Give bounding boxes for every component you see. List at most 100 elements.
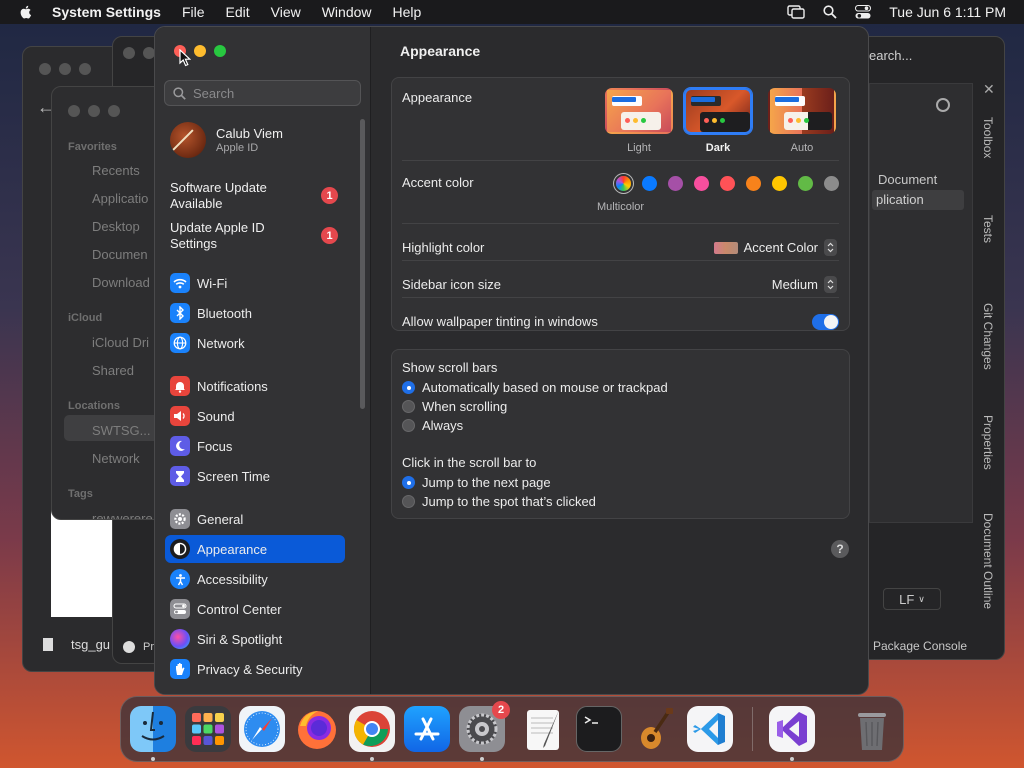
accent-pink-swatch[interactable] [694,176,709,191]
finder-item[interactable]: Download [92,275,150,290]
sidebar-item-bluetooth[interactable]: Bluetooth [165,299,345,327]
menu-app-name[interactable]: System Settings [52,4,161,20]
menu-clock[interactable]: Tue Jun 6 1:11 PM [889,4,1006,20]
sidebar-item-network[interactable]: Network [165,329,345,357]
software-update-notice[interactable]: Software Update Available [170,180,290,212]
ide-close-icon[interactable]: ✕ [983,81,995,98]
scroll-auto-radio[interactable]: Automatically based on mouse or trackpad [402,380,668,395]
finder-item[interactable]: Applicatio [92,191,148,206]
ide-list-selection[interactable]: plication [872,190,964,210]
garageband-icon[interactable] [631,706,677,752]
ide-tab-tests[interactable]: Tests [981,215,995,243]
sidebar-item-control-center[interactable]: Control Center [165,595,345,623]
finder-item[interactable]: Shared [92,363,134,378]
chrome-icon[interactable] [349,706,395,752]
menu-view[interactable]: View [271,4,301,20]
sidebar-scrollbar[interactable] [360,119,365,409]
file-name[interactable]: tsg_gu [71,637,110,652]
accent-blue-swatch[interactable] [642,176,657,191]
ide-list-item[interactable]: Document [878,172,937,187]
sidebar-item-screen-time[interactable]: Screen Time [165,462,345,490]
menu-file[interactable]: File [182,4,205,20]
finder-item[interactable]: Documen [92,247,148,262]
sidebar-item-general[interactable]: General [165,505,345,533]
firefox-icon[interactable] [294,706,340,752]
finder-item[interactable]: SWTSG... [92,423,151,438]
sidebar-item-sound[interactable]: Sound [165,402,345,430]
ide-search-field[interactable]: earch... [861,43,1001,67]
app-store-icon[interactable] [404,706,450,752]
highlight-color-swatch [713,241,738,254]
sidebar-item-privacy-security[interactable]: Privacy & Security [165,655,345,683]
menu-window[interactable]: Window [322,4,372,20]
line-ending-dropdown[interactable]: LF ∨ [883,588,941,610]
highlight-color-label: Highlight color [402,240,485,255]
ide-tab-properties[interactable]: Properties [981,415,995,470]
theme-light-option[interactable]: Light [605,88,673,154]
textedit-icon[interactable] [521,706,567,752]
check-circle-icon [123,641,135,653]
jump-next-page-radio[interactable]: Jump to the next page [402,475,551,490]
search-input[interactable] [193,85,353,101]
accent-orange-swatch[interactable] [746,176,761,191]
scroll-always-radio[interactable]: Always [402,418,463,433]
accent-red-swatch[interactable] [720,176,735,191]
gear-icon [170,509,190,529]
sidebar-item-accessibility[interactable]: Accessibility [165,565,345,593]
sidebar-item-focus[interactable]: Focus [165,432,345,460]
package-console-tab[interactable]: Package Console [873,639,967,653]
ide-search-icon[interactable] [936,98,950,112]
ide-tab-document-outline[interactable]: Document Outline [981,513,995,609]
ide-tab-git-changes[interactable]: Git Changes [981,303,995,370]
accent-multicolor-swatch[interactable] [616,176,631,191]
menu-edit[interactable]: Edit [226,4,250,20]
sidebar-item-label: Control Center [197,601,282,617]
finder-item[interactable]: Desktop [92,219,140,234]
sidebar-item-siri-spotlight[interactable]: Siri & Spotlight [165,625,345,653]
help-button[interactable]: ? [831,540,849,558]
screen-mirroring-icon[interactable] [787,5,805,19]
theme-auto-option[interactable]: Auto [768,88,836,154]
wallpaper-tinting-toggle[interactable] [812,314,839,330]
accent-purple-swatch[interactable] [668,176,683,191]
software-update-badge: 1 [321,187,338,204]
accent-graphite-swatch[interactable] [824,176,839,191]
sidebar-item-label: Screen Time [197,468,270,484]
apple-id-profile[interactable]: Calub Viem Apple ID [170,122,283,158]
launchpad-icon[interactable] [185,706,231,752]
sidebar-icon-size-popup[interactable]: Medium [772,276,837,293]
radio-unselected-icon [402,400,415,413]
wifi-icon [170,273,190,293]
finder-item[interactable]: rewwerere [92,511,153,519]
highlight-color-popup[interactable]: Accent Color [713,239,837,256]
apple-id-update-notice[interactable]: Update Apple ID Settings [170,220,290,252]
control-center-menu-icon[interactable] [855,5,872,19]
sidebar-item-appearance[interactable]: Appearance [165,535,345,563]
finder-item[interactable]: iCloud Dri [92,335,149,350]
search-field[interactable] [164,80,361,106]
accent-green-swatch[interactable] [798,176,813,191]
accent-yellow-swatch[interactable] [772,176,787,191]
system-settings-icon[interactable]: 2 [459,701,510,752]
visual-studio-icon[interactable] [769,706,815,752]
terminal-icon[interactable] [576,706,622,752]
trash-icon[interactable] [849,706,895,752]
theme-light-thumbnail [605,88,673,134]
menu-help[interactable]: Help [393,4,422,20]
finder-item[interactable]: Network [92,451,140,466]
zoom-window-button[interactable] [214,45,226,57]
finder-icon[interactable] [130,706,176,752]
sidebar-item-notifications[interactable]: Notifications [165,372,345,400]
vscode-icon[interactable] [687,706,733,752]
scroll-when-scrolling-radio[interactable]: When scrolling [402,399,507,414]
sidebar-item-wifi[interactable]: Wi-Fi [165,269,345,297]
spotlight-search-icon[interactable] [823,5,837,19]
ide-tab-toolbox[interactable]: Toolbox [981,117,995,158]
minimize-window-button[interactable] [194,45,206,57]
finder-item[interactable]: Recents [92,163,140,178]
appearance-icon [170,539,190,559]
apple-menu-icon[interactable] [18,4,34,20]
jump-to-spot-radio[interactable]: Jump to the spot that’s clicked [402,494,596,509]
safari-icon[interactable] [239,706,285,752]
theme-dark-option[interactable]: Dark [684,88,752,154]
